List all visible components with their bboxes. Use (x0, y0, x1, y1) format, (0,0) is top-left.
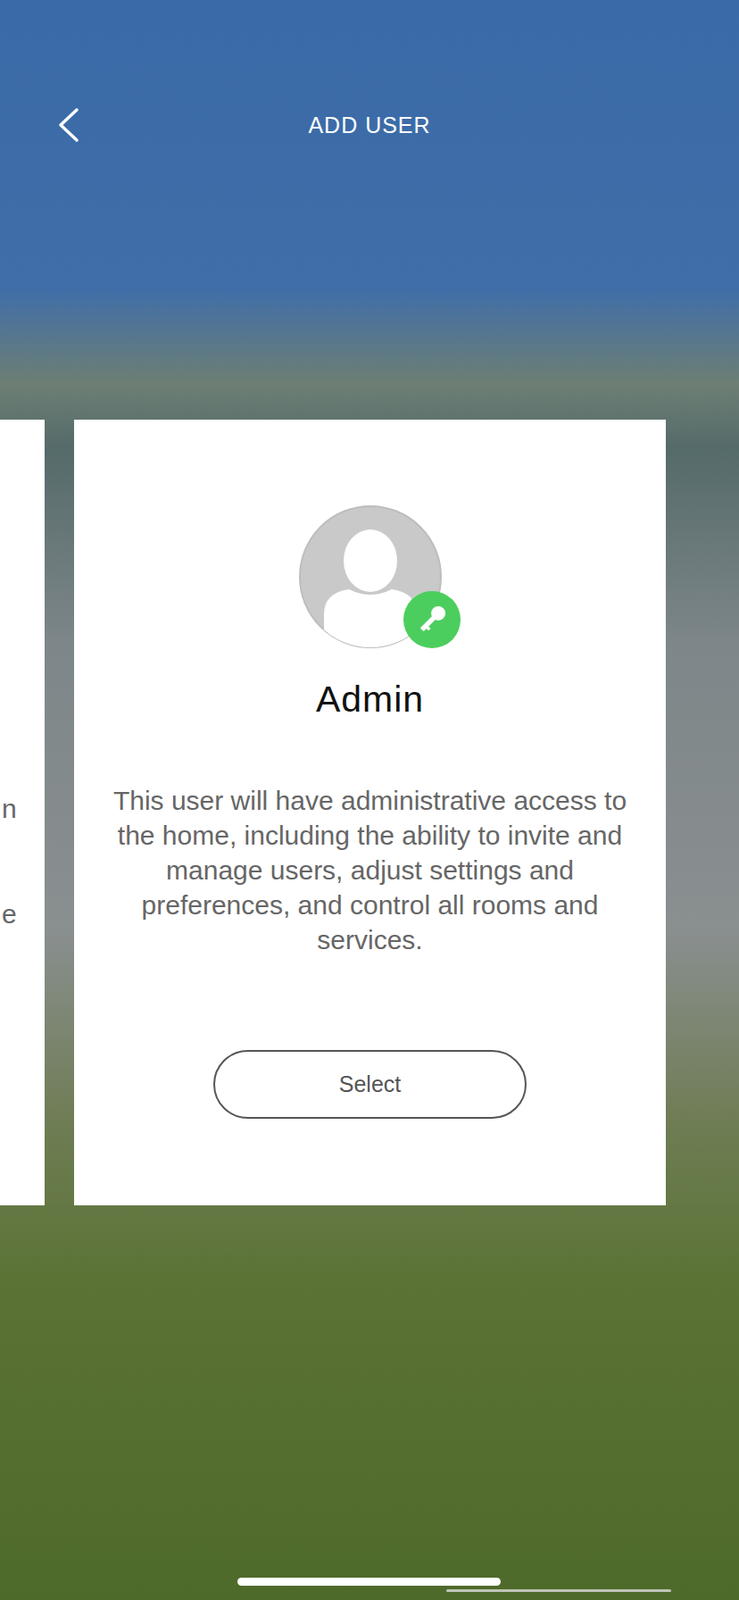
admin-role-card: Admin This user will have administrative … (74, 419, 666, 1205)
header: ADD USER (0, 0, 739, 250)
previous-role-card[interactable]: ne (0, 419, 45, 1205)
role-title: Admin (315, 676, 424, 722)
previous-role-fragment: e (1, 899, 45, 929)
previous-role-text: ne (0, 419, 45, 929)
role-carousel[interactable]: neAdminThis user will have administrativ… (0, 419, 739, 1205)
key-icon (403, 590, 461, 648)
previous-role-fragment: n (1, 794, 45, 823)
avatar (298, 505, 442, 648)
role-description: This user will have administrative acces… (102, 782, 639, 957)
scroll-indicator (446, 1588, 672, 1592)
select-button[interactable]: Select (213, 1049, 527, 1119)
back-button[interactable] (55, 107, 83, 143)
admin-badge (403, 590, 461, 648)
chevron-left-icon (55, 107, 83, 143)
home-indicator[interactable] (237, 1577, 501, 1586)
page-title: ADD USER (307, 112, 431, 139)
